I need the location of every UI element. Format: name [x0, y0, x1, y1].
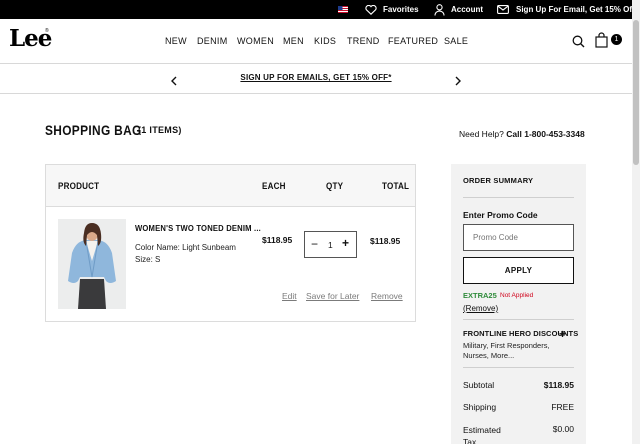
order-summary: ORDER SUMMARY Enter Promo Code APPLY EXT…: [451, 164, 586, 444]
nav-denim[interactable]: DENIM: [197, 36, 228, 46]
shopping-bag-icon[interactable]: [595, 32, 608, 53]
column-product: PRODUCT: [58, 181, 100, 191]
quantity-value[interactable]: 1: [328, 240, 333, 250]
nav-featured[interactable]: FEATURED: [388, 36, 438, 46]
nav-new[interactable]: NEW: [165, 36, 187, 46]
remove-code-link[interactable]: (Remove): [463, 304, 498, 313]
scrollbar[interactable]: [632, 0, 640, 444]
nav-men[interactable]: MEN: [283, 36, 304, 46]
hero-discounts-description: Military, First Responders, Nurses, More…: [463, 341, 550, 360]
tax-label: Estimated Tax: [463, 425, 501, 444]
user-icon: [434, 3, 445, 16]
email-signup-label: Sign Up For Email, Get 15% Off: [516, 5, 635, 14]
applied-code-status: Not Applied: [500, 292, 534, 299]
price-each: $118.95: [262, 235, 293, 245]
product-name-link[interactable]: WOMEN'S TWO TONED DENIM ...: [135, 223, 261, 233]
account-label: Account: [451, 5, 483, 14]
edit-link[interactable]: Edit: [282, 291, 297, 301]
us-flag-icon[interactable]: [338, 0, 348, 19]
bag-count-badge: 1: [611, 34, 622, 45]
page-title: SHOPPING BAG: [45, 122, 142, 138]
main-header: Lee ® NEW DENIM WOMEN MEN KIDS TREND FEA…: [0, 19, 632, 64]
heart-icon: [365, 4, 377, 15]
favorites-label: Favorites: [383, 5, 419, 14]
logo-registered-mark: ®: [45, 28, 49, 34]
chevron-right-icon[interactable]: [455, 73, 461, 91]
item-count: (1 ITEMS): [138, 125, 182, 135]
shipping-value: FREE: [551, 402, 574, 412]
product-image[interactable]: [58, 219, 126, 309]
column-each: EACH: [262, 181, 286, 191]
cart-table: PRODUCT EACH QTY TOTAL WOMEN'S TWO TONED…: [45, 164, 416, 322]
help-text: Need Help?: [459, 129, 504, 139]
product-size: Size: S: [135, 255, 161, 264]
promo-code-label: Enter Promo Code: [463, 210, 538, 220]
apply-button[interactable]: APPLY: [463, 257, 574, 284]
email-signup-link[interactable]: Sign Up For Email, Get 15% Off: [497, 0, 635, 19]
divider: [463, 319, 574, 320]
plus-icon[interactable]: +: [559, 327, 566, 341]
order-summary-title: ORDER SUMMARY: [463, 176, 534, 185]
nav-kids[interactable]: KIDS: [314, 36, 336, 46]
price-total: $118.95: [370, 236, 401, 246]
remove-link[interactable]: Remove: [371, 291, 403, 301]
nav-women[interactable]: WOMEN: [237, 36, 274, 46]
subtotal-label: Subtotal: [463, 380, 495, 390]
subtotal-value: $118.95: [543, 380, 574, 390]
cart-table-header: PRODUCT EACH QTY TOTAL: [46, 165, 415, 207]
tax-value: $0.00: [552, 424, 574, 434]
help-phone-link[interactable]: Call 1-800-453-3348: [506, 129, 584, 139]
favorites-link[interactable]: Favorites: [365, 0, 419, 19]
divider: [463, 367, 574, 368]
column-total: TOTAL: [382, 181, 410, 191]
account-link[interactable]: Account: [434, 0, 483, 19]
scrollbar-thumb[interactable]: [633, 20, 639, 165]
save-for-later-link[interactable]: Save for Later: [306, 291, 359, 301]
quantity-stepper: − 1 +: [304, 231, 357, 258]
search-icon[interactable]: [572, 35, 585, 53]
shipping-label: Shipping: [463, 402, 497, 412]
minus-icon[interactable]: −: [311, 237, 318, 251]
column-qty: QTY: [326, 181, 344, 191]
nav-trend[interactable]: TREND: [347, 36, 380, 46]
promo-code-input[interactable]: [463, 224, 574, 251]
divider: [463, 197, 574, 198]
help-contact: Need Help? Call 1-800-453-3348: [459, 129, 585, 139]
promo-banner: SIGN UP FOR EMAILS, GET 15% OFF*: [0, 64, 632, 94]
mail-icon: [497, 5, 509, 14]
applied-code: EXTRA25: [463, 291, 497, 300]
product-color: Color Name: Light Sunbeam: [135, 243, 236, 252]
utility-bar: Favorites Account Sign Up For Email, Get…: [0, 0, 640, 19]
plus-icon[interactable]: +: [342, 236, 349, 250]
promo-banner-link[interactable]: SIGN UP FOR EMAILS, GET 15% OFF*: [0, 73, 632, 82]
nav-sale[interactable]: SALE: [444, 36, 468, 46]
